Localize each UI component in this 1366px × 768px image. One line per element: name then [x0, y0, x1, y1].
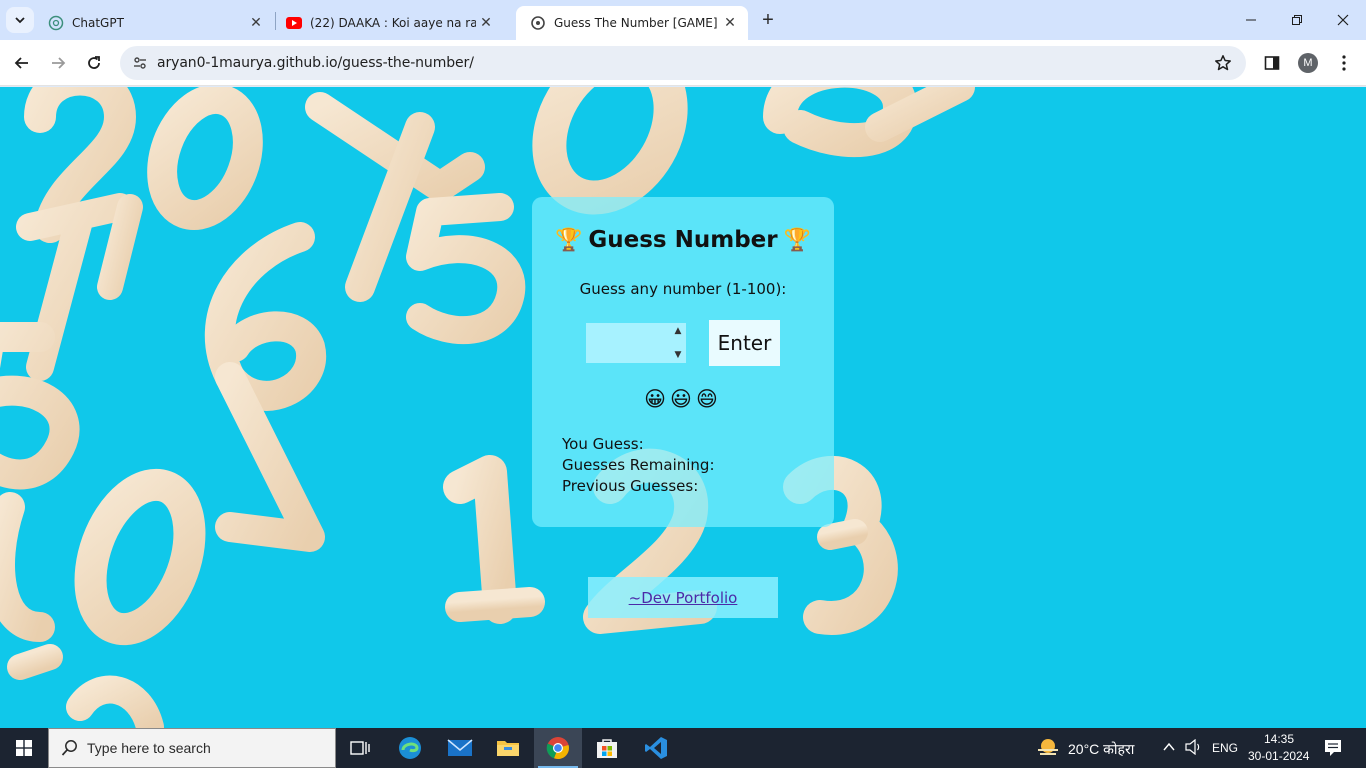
- minimize-icon: [1246, 19, 1256, 21]
- profile-button[interactable]: M: [1296, 51, 1320, 75]
- side-panel-icon: [1264, 56, 1280, 70]
- windows-icon: [16, 740, 32, 756]
- enter-button[interactable]: Enter: [709, 320, 780, 366]
- portfolio-box: ~Dev Portfolio: [588, 577, 778, 618]
- tab-youtube[interactable]: (22) DAAKA : Koi aaye na rabba ✕: [272, 6, 512, 40]
- file-explorer-app[interactable]: [484, 728, 532, 768]
- chrome-app[interactable]: [534, 728, 582, 768]
- arrow-left-icon: [14, 57, 28, 69]
- forward-button[interactable]: [44, 49, 72, 77]
- search-placeholder: Type here to search: [87, 740, 211, 756]
- back-button[interactable]: [8, 49, 36, 77]
- close-icon[interactable]: ✕: [720, 13, 740, 33]
- tab-guess-the-number[interactable]: Guess The Number [GAME] ✕: [516, 6, 748, 40]
- notifications-icon[interactable]: [1324, 739, 1342, 762]
- edge-app[interactable]: [386, 728, 434, 768]
- browser-toolbar: aryan0-1maurya.github.io/guess-the-numbe…: [0, 40, 1366, 86]
- clock-time[interactable]: 14:35: [1264, 732, 1294, 746]
- tab-title: Guess The Number [GAME]: [554, 16, 718, 30]
- weather-text[interactable]: 20°C कोहरा: [1068, 740, 1134, 759]
- store-icon: [597, 739, 617, 758]
- heading-text: Guess Number: [588, 227, 778, 253]
- chrome-icon: [546, 737, 569, 760]
- taskbar-search-box[interactable]: Type here to search: [48, 728, 336, 768]
- number-spinner[interactable]: ▲ ▼: [671, 325, 685, 361]
- taskbar: Type here to search 20°C कोहरा ENG 14:35…: [0, 728, 1366, 768]
- page-viewport: 🏆 Guess Number 🏆 Guess any number (1-100…: [0, 87, 1366, 728]
- side-panel-button[interactable]: [1260, 51, 1284, 75]
- arrow-right-icon: [52, 57, 66, 69]
- edge-icon: [399, 737, 421, 759]
- avatar: M: [1298, 53, 1318, 73]
- new-tab-button[interactable]: +: [756, 8, 780, 32]
- vscode-app[interactable]: [632, 728, 680, 768]
- chatgpt-icon: [48, 15, 64, 31]
- emoji-row: 😀😃😄: [644, 387, 722, 411]
- tab-chatgpt[interactable]: ChatGPT ✕: [34, 6, 274, 40]
- close-icon[interactable]: ✕: [476, 13, 496, 33]
- menu-button[interactable]: [1332, 51, 1356, 75]
- chevron-down-icon: [15, 17, 25, 24]
- task-view-button[interactable]: [336, 728, 384, 768]
- restore-icon: [1292, 15, 1302, 25]
- close-icon: [1337, 14, 1349, 26]
- minimize-button[interactable]: [1228, 0, 1274, 40]
- site-info-icon[interactable]: [128, 51, 152, 75]
- reload-icon: [88, 56, 100, 69]
- page-title: 🏆 Guess Number 🏆: [532, 227, 834, 253]
- youtube-icon: [286, 15, 302, 31]
- close-icon[interactable]: ✕: [246, 13, 266, 33]
- reload-button[interactable]: [80, 49, 108, 77]
- tab-strip: ChatGPT ✕ (22) DAAKA : Koi aaye na rabba…: [0, 0, 1366, 40]
- more-vertical-icon: [1342, 55, 1346, 71]
- spin-down-icon[interactable]: ▼: [675, 349, 682, 361]
- start-button[interactable]: [0, 728, 48, 768]
- tab-search-button[interactable]: [6, 7, 34, 33]
- weather-icon[interactable]: [1036, 737, 1060, 764]
- guesses-remaining-label: Guesses Remaining:: [562, 456, 715, 474]
- dev-portfolio-link[interactable]: ~Dev Portfolio: [629, 589, 738, 607]
- mail-icon: [447, 739, 473, 756]
- game-card: 🏆 Guess Number 🏆 Guess any number (1-100…: [532, 197, 834, 527]
- vscode-icon: [645, 737, 667, 759]
- plus-icon: +: [762, 8, 774, 31]
- folder-icon: [497, 741, 519, 756]
- restore-button[interactable]: [1274, 0, 1320, 40]
- mail-app[interactable]: [436, 728, 484, 768]
- bookmark-star-icon[interactable]: [1212, 52, 1234, 74]
- trophy-icon: 🏆: [783, 227, 812, 253]
- clock-date[interactable]: 30-01-2024: [1248, 749, 1309, 763]
- spin-up-icon[interactable]: ▲: [675, 325, 682, 337]
- language-indicator[interactable]: ENG: [1212, 741, 1238, 755]
- you-guess-label: You Guess:: [562, 435, 644, 453]
- volume-icon[interactable]: [1185, 738, 1203, 760]
- chevron-up-icon[interactable]: [1162, 740, 1176, 759]
- address-bar[interactable]: aryan0-1maurya.github.io/guess-the-numbe…: [120, 46, 1246, 80]
- url-text[interactable]: aryan0-1maurya.github.io/guess-the-numbe…: [157, 55, 474, 71]
- store-app[interactable]: [583, 728, 631, 768]
- trophy-icon: 🏆: [554, 227, 583, 253]
- tab-title: (22) DAAKA : Koi aaye na rabba: [310, 16, 476, 30]
- globe-icon: [530, 15, 546, 31]
- tab-title: ChatGPT: [72, 16, 124, 30]
- close-window-button[interactable]: [1320, 0, 1366, 40]
- task-view-icon: [350, 741, 370, 755]
- instruction-text: Guess any number (1-100):: [579, 280, 787, 298]
- search-icon: [61, 739, 79, 757]
- previous-guesses-label: Previous Guesses:: [562, 477, 699, 495]
